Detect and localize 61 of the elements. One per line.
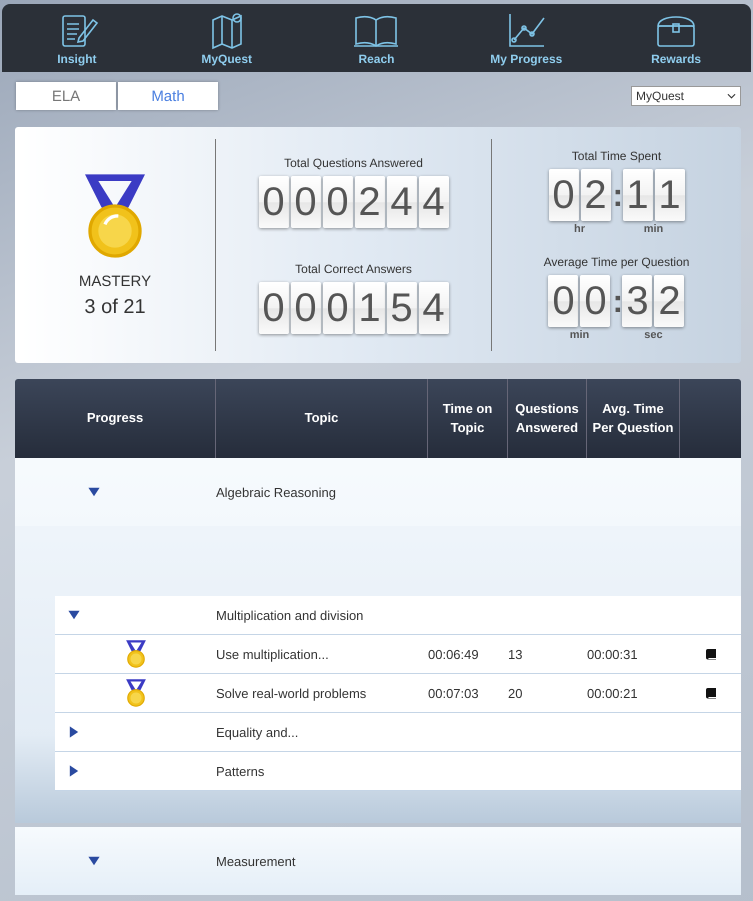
timer-title: Average Time per Question <box>544 255 690 269</box>
caret-icon[interactable] <box>67 764 81 778</box>
counter-title: Total Questions Answered <box>284 156 423 170</box>
subtopic-name: Multiplication and division <box>216 608 364 622</box>
avg-time-cell-text: 00:00:31 <box>587 646 639 662</box>
topic-name: Algebraic Reasoning <box>216 484 337 500</box>
time-cell-text: 00:07:03 <box>428 686 480 700</box>
topic-name: Measurement <box>216 854 296 868</box>
timer-digit: 1 <box>654 169 684 221</box>
time-cell-text: 00:06:49 <box>428 646 480 662</box>
counter-title: Total Correct Answers <box>295 262 412 276</box>
subject-tab[interactable]: Math <box>118 82 218 110</box>
counter-digit: 2 <box>354 176 384 228</box>
nav-item[interactable]: Insight <box>12 10 142 66</box>
timer-title: Total Time Spent <box>572 149 662 163</box>
counter-digit: 0 <box>290 176 320 228</box>
timer-separator: : <box>612 176 620 215</box>
counter-digit: 0 <box>258 282 288 334</box>
caret-icon[interactable] <box>67 725 81 739</box>
timer-unit: hr <box>574 223 585 235</box>
counter-digit: 0 <box>290 282 320 334</box>
caret-icon[interactable] <box>67 608 81 622</box>
skill-name: Solve real-world problems <box>216 686 368 700</box>
mastery-label: MASTERY <box>78 273 152 290</box>
avg-time-cell-text: 00:00:21 <box>587 686 639 700</box>
nav-item[interactable]: Reach <box>311 10 442 66</box>
mastery-value: 3 of 21 <box>84 296 146 319</box>
timer-digit: 2 <box>654 275 684 327</box>
caret-icon[interactable] <box>87 854 101 868</box>
timer-digit: 0 <box>548 169 578 221</box>
subject-tab[interactable]: ELA <box>16 82 116 110</box>
timer-digit: 0 <box>548 275 578 327</box>
timer-digit: 0 <box>580 275 610 327</box>
chevron-down-icon <box>727 93 736 99</box>
nav-item[interactable]: Rewards <box>611 10 742 66</box>
book-icon[interactable] <box>704 687 716 699</box>
nav-item[interactable]: MyQuest <box>162 10 292 66</box>
timer-unit: sec <box>644 329 663 341</box>
nav-item[interactable]: My Progress <box>461 10 592 66</box>
counter-digit: 1 <box>354 282 384 334</box>
questions-cell-text: 13 <box>508 646 524 662</box>
counter-digit: 5 <box>386 282 416 334</box>
counter-digit: 0 <box>258 176 288 228</box>
counter-digit: 4 <box>386 176 416 228</box>
skill-name: Use multiplication... <box>216 646 330 662</box>
timer-unit: min <box>570 329 590 341</box>
subtopic-name: Patterns <box>216 764 266 778</box>
timer-digit: 1 <box>622 169 652 221</box>
timer-digit: 3 <box>622 275 652 327</box>
counter-digit: 4 <box>418 176 448 228</box>
counter-digit: 0 <box>322 282 352 334</box>
questions-cell-text: 20 <box>508 686 524 700</box>
timer-digit: 2 <box>580 169 610 221</box>
caret-icon[interactable] <box>87 485 101 499</box>
counter-digit: 4 <box>418 282 448 334</box>
timer-separator: : <box>612 282 620 321</box>
view-dropdown[interactable]: MyQuest <box>631 86 741 106</box>
counter-digit: 0 <box>322 176 352 228</box>
timer-unit: min <box>644 223 664 235</box>
subtopic-name: Equality and... <box>216 724 300 740</box>
book-icon[interactable] <box>704 648 716 660</box>
